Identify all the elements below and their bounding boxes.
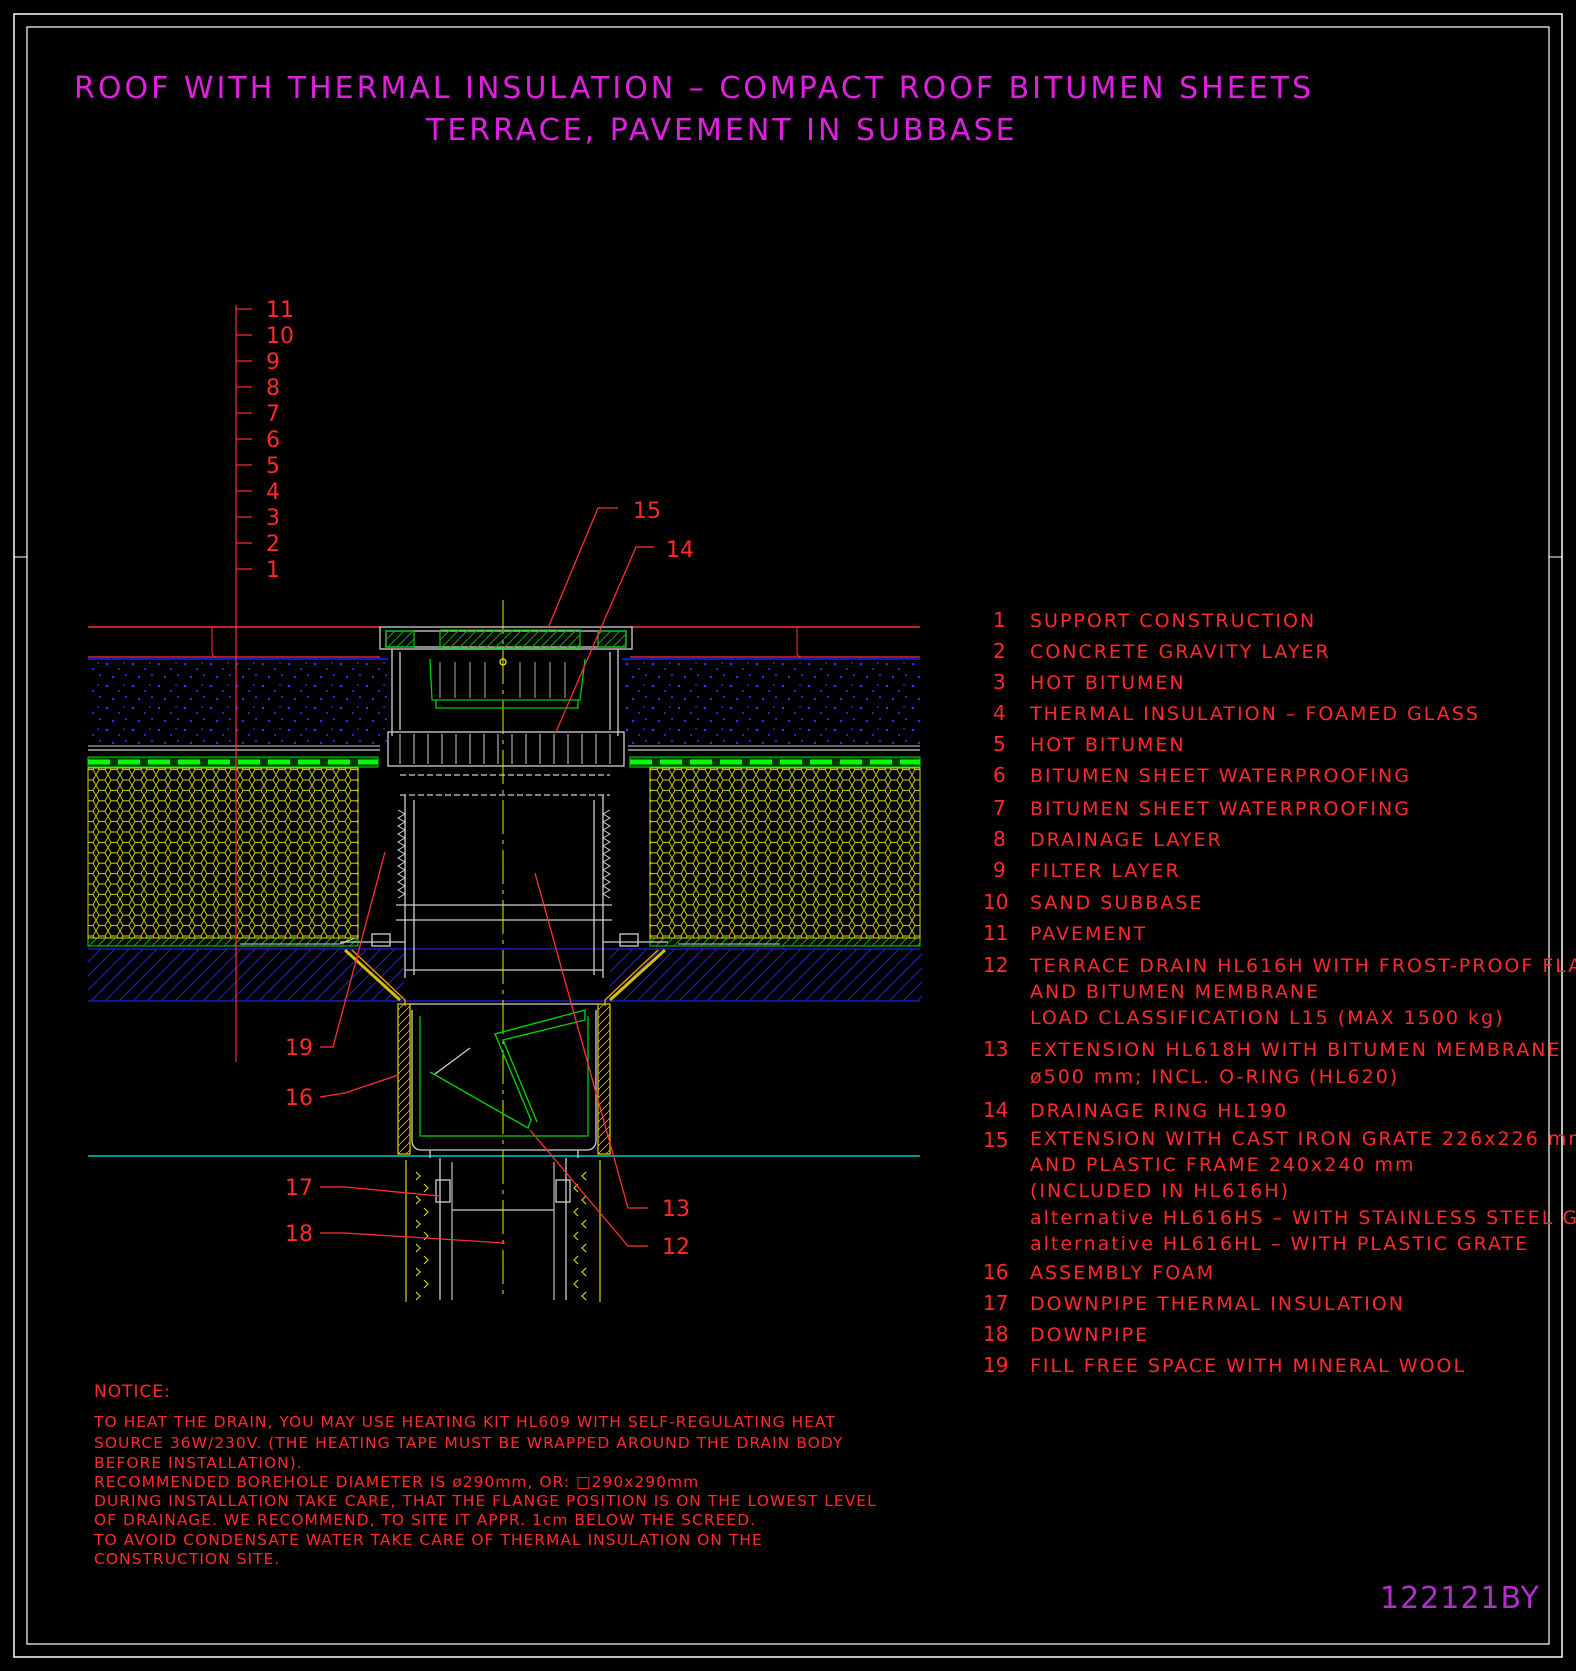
callout-19-label: 19 [285, 1036, 313, 1061]
legend-text: FILTER LAYER [1030, 860, 1181, 882]
notice-line: DURING INSTALLATION TAKE CARE, THAT THE … [94, 1492, 877, 1510]
legend-number: 4 [993, 701, 1006, 725]
drawing-title-line1: ROOF WITH THERMAL INSULATION – COMPACT R… [74, 71, 1314, 106]
section-drawing: 11 10 9 8 7 6 5 4 3 2 1 15 14 19 16 17 1… [87, 298, 922, 1302]
ruler-label: 6 [266, 428, 280, 453]
callout-15-label: 15 [633, 499, 661, 524]
legend-number: 2 [993, 639, 1006, 663]
legend-number: 14 [983, 1098, 1008, 1122]
legend-text: alternative HL616HL – WITH PLASTIC GRATE [1030, 1233, 1529, 1255]
drawing-title-line2: TERRACE, PAVEMENT IN SUBBASE [425, 113, 1018, 148]
legend-text: PAVEMENT [1030, 923, 1147, 945]
legend-text: (INCLUDED IN HL616H) [1030, 1180, 1290, 1202]
lower-bitumen-layer [87, 937, 921, 947]
ruler-label: 10 [266, 324, 294, 349]
legend-text: DOWNPIPE THERMAL INSULATION [1030, 1293, 1405, 1315]
legend-text: LOAD CLASSIFICATION L15 (MAX 1500 kg) [1030, 1007, 1504, 1029]
callout-13-label: 13 [662, 1197, 690, 1222]
legend-text: ASSEMBLY FOAM [1030, 1262, 1215, 1284]
legend-text: FILL FREE SPACE WITH MINERAL WOOL [1030, 1355, 1466, 1377]
legend-number: 13 [983, 1037, 1008, 1061]
callout-18-label: 18 [285, 1222, 313, 1247]
notice-heading: NOTICE: [94, 1382, 171, 1402]
ruler-label: 5 [266, 454, 280, 479]
legend-text: SAND SUBBASE [1030, 892, 1203, 914]
legend-number: 10 [983, 890, 1008, 914]
callout-17-label: 17 [285, 1176, 313, 1201]
legend-text: HOT BITUMEN [1030, 672, 1186, 694]
thermal-insulation-layer [87, 767, 921, 939]
notice-line: RECOMMENDED BOREHOLE DIAMETER IS ø290mm,… [94, 1473, 699, 1491]
callout-14-label: 14 [666, 538, 694, 563]
notice-line: BEFORE INSTALLATION). [94, 1454, 303, 1472]
legend-text: BITUMEN SHEET WATERPROOFING [1030, 798, 1411, 820]
callout-12-label: 12 [662, 1235, 690, 1260]
legend-text: DRAINAGE RING HL190 [1030, 1100, 1288, 1122]
notice-line: TO HEAT THE DRAIN, YOU MAY USE HEATING K… [93, 1413, 836, 1431]
legend-text: SUPPORT CONSTRUCTION [1030, 610, 1316, 632]
legend-text: AND BITUMEN MEMBRANE [1030, 981, 1320, 1003]
notice-line: OF DRAINAGE. WE RECOMMEND, TO SITE IT AP… [94, 1511, 756, 1529]
legend-text: HOT BITUMEN [1030, 734, 1186, 756]
ruler-label: 1 [266, 558, 280, 583]
bitumen-waterproofing-layers [87, 745, 921, 768]
legend-text: DRAINAGE LAYER [1030, 829, 1223, 851]
cad-drawing-sheet: ROOF WITH THERMAL INSULATION – COMPACT R… [13, 13, 1576, 1658]
ruler-label: 3 [266, 506, 280, 531]
legend-number: 7 [993, 796, 1006, 820]
legend-number: 15 [983, 1128, 1008, 1152]
legend-number: 18 [983, 1322, 1008, 1346]
legend-number: 9 [993, 858, 1006, 882]
legend-text: DOWNPIPE [1030, 1324, 1149, 1346]
ruler-label: 9 [266, 350, 280, 375]
legend-number: 5 [993, 732, 1006, 756]
legend: 1 SUPPORT CONSTRUCTION 2 CONCRETE GRAVIT… [983, 608, 1576, 1377]
legend-text: EXTENSION WITH CAST IRON GRATE 226x226 m… [1030, 1128, 1576, 1150]
legend-number: 11 [983, 921, 1008, 945]
ruler-label: 7 [266, 402, 280, 427]
legend-text: BITUMEN SHEET WATERPROOFING [1030, 765, 1411, 787]
legend-text: THERMAL INSULATION – FOAMED GLASS [1029, 703, 1480, 725]
callout-16-label: 16 [285, 1086, 313, 1111]
legend-number: 16 [983, 1260, 1008, 1284]
notice-line: CONSTRUCTION SITE. [94, 1550, 280, 1568]
support-construction-layer [88, 948, 922, 1002]
legend-number: 1 [993, 608, 1006, 632]
legend-text: AND PLASTIC FRAME 240x240 mm [1030, 1154, 1416, 1176]
legend-text: CONCRETE GRAVITY LAYER [1030, 641, 1331, 663]
legend-number: 12 [983, 953, 1008, 977]
ruler-label: 2 [266, 532, 280, 557]
sand-subbase-layer [88, 658, 920, 744]
notice-line: SOURCE 36W/230V. (THE HEATING TAPE MUST … [94, 1434, 843, 1452]
legend-text: TERRACE DRAIN HL616H WITH FROST-PROOF FL… [1029, 955, 1576, 977]
legend-number: 8 [993, 827, 1006, 851]
legend-number: 19 [983, 1353, 1008, 1377]
notice-line: TO AVOID CONDENSATE WATER TAKE CARE OF T… [93, 1531, 763, 1549]
legend-number: 3 [993, 670, 1006, 694]
legend-text: ø500 mm; INCL. O-RING (HL620) [1030, 1066, 1399, 1088]
legend-number: 6 [993, 763, 1006, 787]
ruler-label: 11 [266, 298, 294, 323]
legend-number: 17 [983, 1291, 1008, 1315]
ruler-label: 8 [266, 376, 280, 401]
layer-ruler-labels: 11 10 9 8 7 6 5 4 3 2 1 [266, 298, 294, 583]
legend-text: alternative HL616HS – WITH STAINLESS STE… [1030, 1207, 1576, 1229]
drawing-code: 122121BY [1380, 1581, 1540, 1616]
legend-text: EXTENSION HL618H WITH BITUMEN MEMBRANE [1030, 1039, 1561, 1061]
notice-block: NOTICE: TO HEAT THE DRAIN, YOU MAY USE H… [93, 1382, 877, 1568]
ruler-label: 4 [266, 480, 280, 505]
